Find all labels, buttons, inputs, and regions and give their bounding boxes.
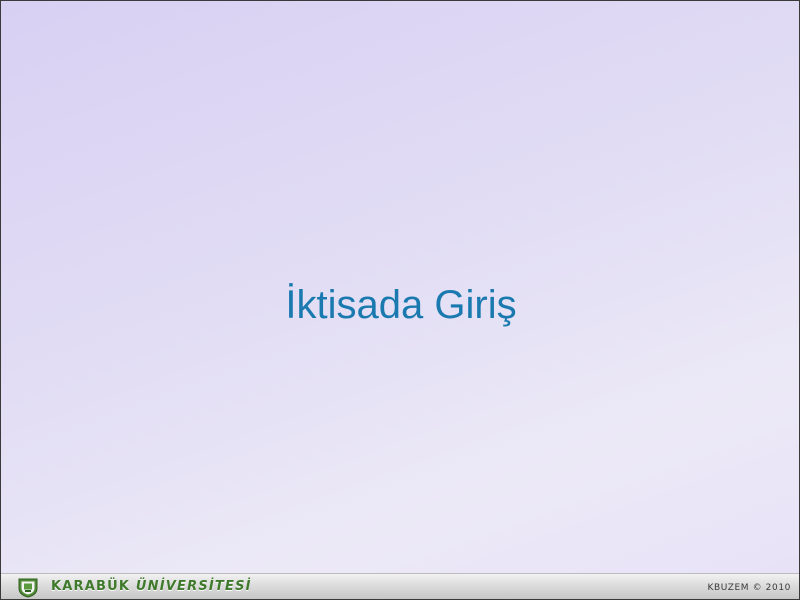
- footer-bar: KARABÜK ÜNİVERSİTESİ KBUZEM © 2010: [1, 573, 799, 599]
- slide-title: İktisada Giriş: [285, 283, 517, 327]
- university-seal-icon: [18, 578, 38, 598]
- slide: İktisada Giriş KARABÜK ÜNİVERSİTESİ KBUZ…: [0, 0, 800, 600]
- university-name-word2: ÜNİVERSİTESİ: [135, 579, 252, 594]
- university-name-word1: KARABÜK: [51, 579, 131, 594]
- copyright-text: KBUZEM © 2010: [707, 583, 791, 593]
- university-name: KARABÜK ÜNİVERSİTESİ: [51, 578, 252, 596]
